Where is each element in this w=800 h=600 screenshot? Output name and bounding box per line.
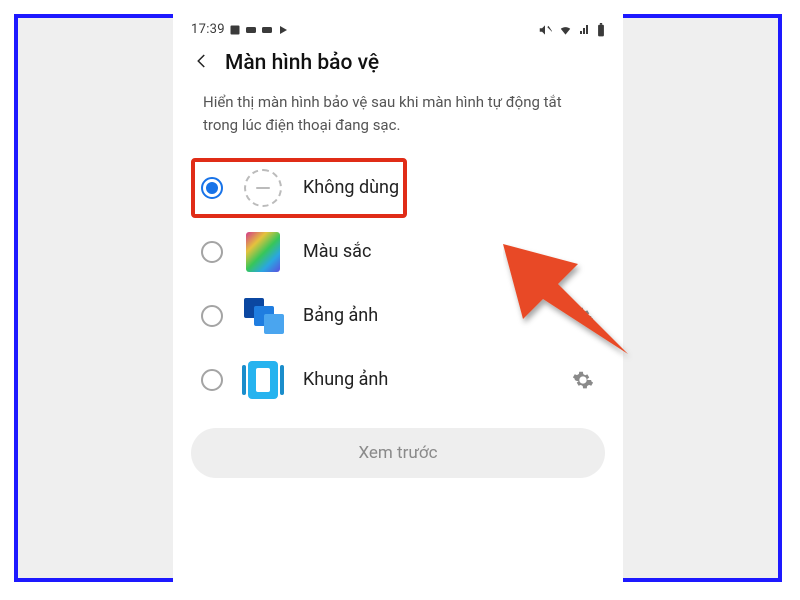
radio-icon [201,177,223,199]
option-label: Khung ảnh [303,369,551,390]
radio-icon [201,369,223,391]
gallery-icon [229,24,241,36]
option-photo-frame[interactable]: Khung ảnh [185,348,611,412]
gear-icon [572,369,594,391]
clock: 17:39 [191,22,225,37]
status-bar: 17:39 [173,14,623,39]
thumb-phototable-icon [243,296,283,336]
signal-icon [579,23,591,37]
option-label: Màu sắc [303,241,595,262]
battery-icon [597,23,605,37]
thumb-photoframe-icon [243,360,283,400]
option-colors[interactable]: Màu sắc [185,220,611,284]
back-button[interactable] [193,52,211,74]
page-description: Hiển thị màn hình bảo vệ sau khi màn hìn… [173,81,623,156]
video-icon [261,24,273,36]
options-card: Không dùng Màu sắc [185,156,611,412]
phone-screen: 17:39 Màn hình bảo vệ [173,14,623,582]
page-title: Màn hình bảo vệ [225,51,379,75]
gear-icon [572,305,594,327]
option-label: Không dùng [303,177,595,198]
option-none[interactable]: Không dùng [185,156,611,220]
settings-button[interactable] [571,305,595,327]
image-frame: 17:39 Màn hình bảo vệ [14,14,782,582]
radio-icon [201,241,223,263]
chevron-left-icon [193,52,211,70]
page-header: Màn hình bảo vệ [173,39,623,81]
status-right [538,23,605,37]
settings-button[interactable] [571,369,595,391]
status-left: 17:39 [191,22,289,37]
option-photo-table[interactable]: Bảng ảnh [185,284,611,348]
radio-icon [201,305,223,327]
thumb-colors-icon [243,232,283,272]
thumb-none-icon [243,168,283,208]
preview-button[interactable]: Xem trước [191,428,605,478]
mute-icon [538,23,552,37]
option-label: Bảng ảnh [303,305,551,326]
wifi-icon [558,23,573,37]
highlight-box: Không dùng [185,156,611,220]
play-icon [277,24,289,36]
preview-label: Xem trước [358,443,437,463]
youtube-icon [245,24,257,36]
